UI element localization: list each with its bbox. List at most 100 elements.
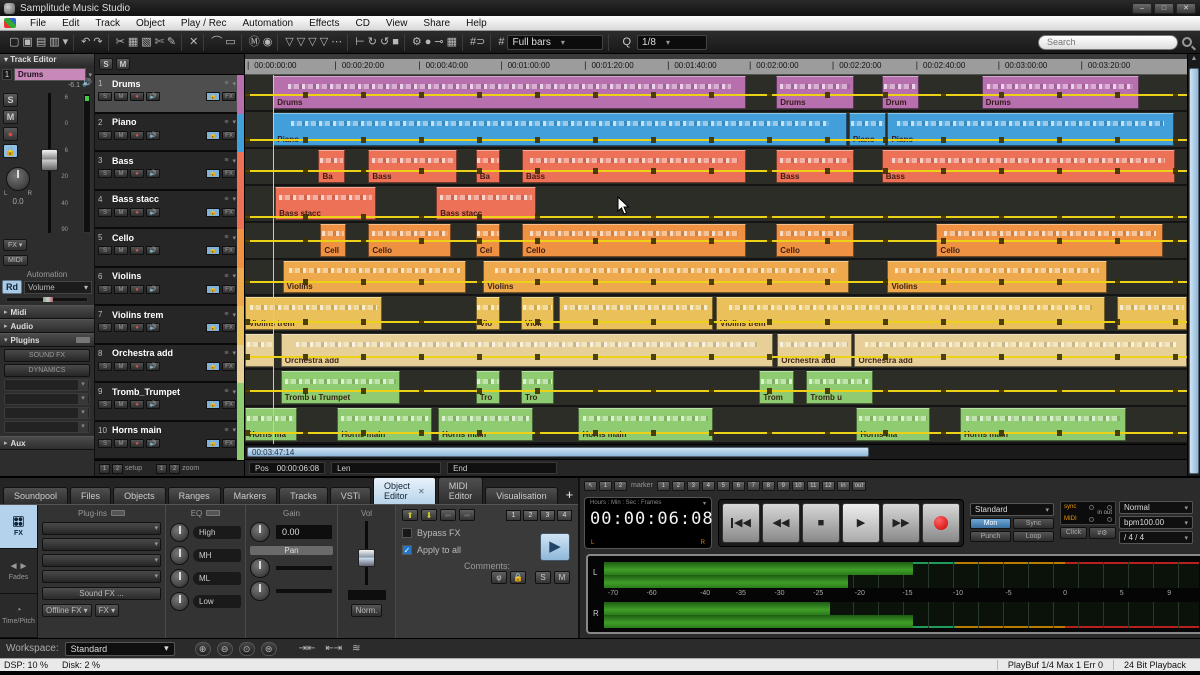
section-plugins[interactable]: ▾Plugins bbox=[0, 333, 94, 347]
zoom-settings-icon[interactable]: ≋ bbox=[350, 643, 362, 654]
quantize-select[interactable]: 1/8▾ bbox=[637, 35, 707, 50]
marker-button-6[interactable]: 6 bbox=[732, 481, 745, 491]
track-record-button[interactable]: ● bbox=[130, 285, 144, 294]
dock-tab-midi-editor[interactable]: MIDI Editor bbox=[438, 477, 484, 504]
timeline-ruler[interactable]: 00:00:00:0000:00:20:0000:00:40:0000:01:0… bbox=[245, 54, 1187, 75]
track-solo-button[interactable]: S bbox=[98, 323, 112, 332]
dock-tab-files[interactable]: Files bbox=[70, 487, 111, 504]
time-display[interactable]: Hours : Min : Sec : Frames▾ 00:00:06:08 … bbox=[584, 497, 712, 549]
track-lane[interactable]: DrumsDrumsDrumDrums bbox=[245, 75, 1187, 112]
object-fx-button[interactable]: FX ▾ bbox=[95, 604, 119, 617]
dynamics-button[interactable]: DYNAMICS bbox=[4, 364, 90, 377]
loop-object-icon[interactable]: ◉ bbox=[263, 35, 273, 50]
normalize-button[interactable]: Norm. bbox=[351, 604, 383, 617]
step-right-button[interactable]: ➡ bbox=[459, 509, 475, 521]
marker-nav-button[interactable]: 2 bbox=[614, 481, 627, 491]
stop-icon[interactable]: ■ bbox=[392, 35, 399, 50]
track-header[interactable]: 2Piano≡▾SM●🔊🔒FX bbox=[95, 114, 244, 153]
setup-2-button[interactable]: 2 bbox=[112, 464, 123, 474]
add-tab-button[interactable]: + bbox=[560, 487, 580, 504]
track-mute-button[interactable]: M bbox=[114, 285, 128, 294]
track-mute-button[interactable]: M bbox=[114, 131, 128, 140]
track-curves-icon[interactable]: ≡ bbox=[224, 119, 228, 126]
zoom-1-button[interactable]: 1 bbox=[156, 464, 167, 474]
track-mute-button[interactable]: M bbox=[114, 323, 128, 332]
track-fx-button[interactable]: FX ▾ bbox=[3, 239, 27, 251]
track-header-name[interactable]: Orchestra add bbox=[112, 348, 220, 358]
audio-clip[interactable]: Ba bbox=[476, 150, 500, 183]
zoom-in-icon[interactable]: ⊕ bbox=[195, 642, 211, 656]
go-to-start-button[interactable]: ◀◀ bbox=[722, 503, 760, 543]
loop-button[interactable]: Loop bbox=[1013, 531, 1054, 542]
paste-icon[interactable]: ▧ bbox=[141, 35, 151, 50]
track-header-name[interactable]: Bass stacc bbox=[112, 194, 220, 204]
gain-knob[interactable] bbox=[250, 522, 270, 542]
track-header[interactable]: 3Bass≡▾SM●🔊🔒FX bbox=[95, 152, 244, 191]
rewind-button[interactable]: ◀◀ bbox=[762, 503, 800, 543]
track-header[interactable]: 9Tromb_Trumpet≡▾SM●🔊🔒FX bbox=[95, 383, 244, 422]
plugin-slot[interactable] bbox=[4, 407, 90, 419]
track-curves-icon[interactable]: ≡ bbox=[224, 80, 228, 87]
audio-clip[interactable]: Bass bbox=[522, 150, 746, 183]
marker-button-9[interactable]: 9 bbox=[777, 481, 790, 491]
loop-icon[interactable]: ↻ bbox=[368, 35, 377, 50]
import-icon[interactable]: ▤ bbox=[36, 35, 46, 50]
audio-clip[interactable]: Violins bbox=[887, 261, 1106, 294]
snap-icon[interactable]: #⊃ bbox=[470, 35, 485, 50]
zoom-2-button[interactable]: 2 bbox=[169, 464, 180, 474]
track-curves-icon[interactable]: ≡ bbox=[224, 234, 228, 241]
save-dropdown-icon[interactable]: ▾ bbox=[63, 35, 69, 50]
track-solo-button[interactable]: S bbox=[98, 92, 112, 101]
automation-line[interactable] bbox=[245, 94, 1187, 96]
marker-button-4[interactable]: 4 bbox=[702, 481, 715, 491]
punch-icon[interactable]: ↺ bbox=[380, 35, 389, 50]
play-mode-select[interactable]: Standard▾ bbox=[970, 503, 1054, 516]
automation-read-button[interactable]: Rd bbox=[2, 280, 22, 294]
audio-clip[interactable]: Orchestra add bbox=[281, 334, 773, 367]
track-name-field[interactable]: Drums bbox=[14, 68, 86, 81]
track-fx-button[interactable]: FX bbox=[222, 362, 236, 371]
eq-knob-high[interactable] bbox=[170, 523, 189, 542]
more-icon[interactable]: ⋯ bbox=[331, 35, 342, 50]
track-dropdown-icon[interactable]: ▾ bbox=[232, 234, 236, 242]
menu-automation[interactable]: Automation bbox=[234, 17, 301, 30]
track-solo-button[interactable]: S bbox=[98, 362, 112, 371]
preset-button-1[interactable]: 1 bbox=[506, 510, 521, 521]
track-lane[interactable]: ViolinsViolinsViolins bbox=[245, 260, 1187, 297]
track-lock-button[interactable]: 🔒 bbox=[206, 285, 220, 294]
automation-line[interactable] bbox=[245, 170, 1187, 172]
audio-clip[interactable]: Orchestra add bbox=[854, 334, 1187, 367]
track-monitor-icon[interactable]: 🔊 bbox=[146, 323, 160, 332]
track-lane[interactable]: Tromb u TrumpetTroTroTromTromb u bbox=[245, 370, 1187, 407]
track-mute-button[interactable]: M bbox=[114, 400, 128, 409]
plugin-slot[interactable] bbox=[4, 393, 90, 405]
plugin-slot[interactable] bbox=[4, 421, 90, 433]
track-record-button[interactable]: ● bbox=[130, 439, 144, 448]
prev-object-button[interactable]: ⬆ bbox=[402, 509, 418, 521]
mute-2-icon[interactable]: ▽ bbox=[297, 35, 305, 50]
audio-clip[interactable] bbox=[245, 334, 274, 367]
grid-icon[interactable]: ▦ bbox=[447, 35, 457, 50]
dock-tab-visualisation[interactable]: Visualisation bbox=[485, 487, 557, 504]
automation-line[interactable] bbox=[245, 321, 1187, 323]
forward-button[interactable]: ▶▶ bbox=[882, 503, 920, 543]
track-solo-button[interactable]: S bbox=[98, 246, 112, 255]
track-midi-button[interactable]: MIDI bbox=[3, 255, 28, 266]
pan-knob-1[interactable] bbox=[250, 558, 270, 578]
track-header-name[interactable]: Violins trem bbox=[112, 310, 220, 320]
marker-button-12[interactable]: 12 bbox=[822, 481, 835, 491]
pan-knob-2[interactable] bbox=[250, 581, 270, 601]
track-lock-button[interactable]: 🔒 bbox=[206, 131, 220, 140]
stop-button[interactable]: ■ bbox=[802, 503, 840, 543]
track-lock-button[interactable]: 🔒 bbox=[206, 362, 220, 371]
object-play-button[interactable]: ▶ bbox=[540, 533, 570, 561]
track-lock-button[interactable]: 🔒 bbox=[206, 323, 220, 332]
track-record-button[interactable]: ● bbox=[130, 362, 144, 371]
zoom-object-icon[interactable]: ⇥⇤ bbox=[297, 643, 318, 654]
track-solo-button[interactable]: S bbox=[98, 285, 112, 294]
sound-fx-button[interactable]: SOUND FX bbox=[4, 349, 90, 362]
click-button[interactable]: Click bbox=[1060, 527, 1087, 539]
marker-button-8[interactable]: 8 bbox=[762, 481, 775, 491]
save-icon[interactable]: ▥ bbox=[49, 35, 59, 50]
track-header[interactable]: 6Violins≡▾SM●🔊🔒FX bbox=[95, 268, 244, 307]
